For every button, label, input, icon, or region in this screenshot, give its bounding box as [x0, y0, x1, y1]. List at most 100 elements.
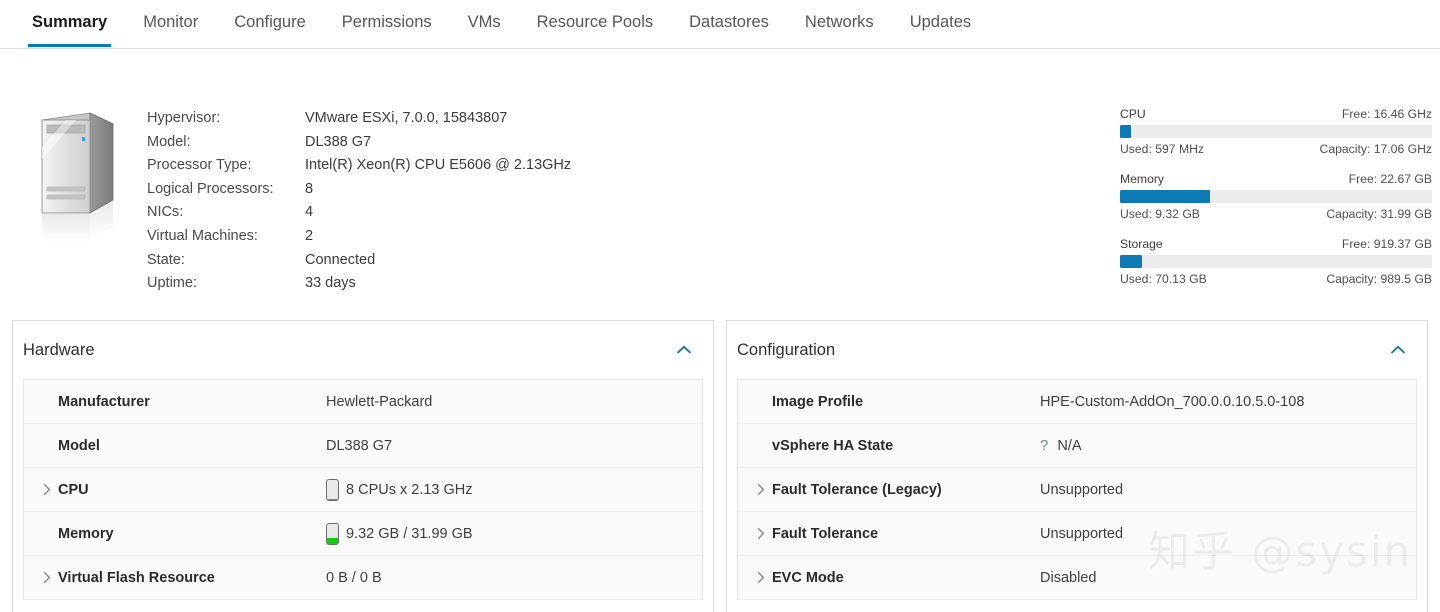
configuration-panel: Configuration Image ProfileHPE-Custom-Ad… — [726, 320, 1428, 612]
host-property-value: 33 days — [305, 272, 356, 296]
tab-configure[interactable]: Configure — [216, 0, 324, 46]
tab-monitor[interactable]: Monitor — [125, 0, 216, 46]
host-property-row: Model:DL388 G7 — [147, 131, 571, 155]
row-value-text: 8 CPUs x 2.13 GHz — [346, 482, 473, 498]
table-row: CPU 8 CPUs x 2.13 GHz — [24, 468, 702, 512]
host-property-row: Processor Type:Intel(R) Xeon(R) CPU E560… — [147, 154, 571, 178]
resource-gauges: CPU Free: 16.46 GHz Used: 597 MHz Capacity:… — [1120, 107, 1432, 302]
table-row: Image ProfileHPE-Custom-AddOn_700.0.0.10… — [738, 380, 1416, 424]
tab-networks[interactable]: Networks — [787, 0, 892, 46]
row-label: Manufacturer — [58, 394, 326, 410]
row-value-text: Unsupported — [1040, 526, 1123, 542]
host-property-value: Connected — [305, 249, 375, 273]
row-value-text: 9.32 GB / 31.99 GB — [346, 526, 473, 542]
chevron-right-icon[interactable] — [752, 481, 770, 499]
chevron-up-icon[interactable] — [673, 339, 695, 361]
table-row: EVC ModeDisabled — [738, 556, 1416, 600]
gauge-capacity: Capacity: 989.5 GB — [1326, 272, 1432, 286]
hardware-panel-header: Hardware — [13, 321, 713, 379]
gauge-track — [1120, 190, 1432, 203]
tab-summary[interactable]: Summary — [14, 0, 125, 46]
chevron-right-icon[interactable] — [38, 481, 56, 499]
host-property-row: NICs:4 — [147, 201, 571, 225]
host-property-label: Virtual Machines: — [147, 225, 305, 249]
host-property-value: 4 — [305, 201, 313, 225]
host-property-value: 2 — [305, 225, 313, 249]
tab-vms[interactable]: VMs — [450, 0, 519, 46]
row-value-text: HPE-Custom-AddOn_700.0.0.10.5.0-108 — [1040, 394, 1304, 410]
tab-datastores[interactable]: Datastores — [671, 0, 787, 46]
row-label: Model — [58, 438, 326, 454]
row-label: EVC Mode — [772, 570, 1040, 586]
row-value: Hewlett-Packard — [326, 394, 432, 410]
gauge-fill — [1120, 255, 1142, 268]
chevron-right-icon[interactable] — [38, 569, 56, 587]
row-value: 0 B / 0 B — [326, 570, 382, 586]
host-property-row: Logical Processors:8 — [147, 178, 571, 202]
table-row: Fault Tolerance (Legacy)Unsupported — [738, 468, 1416, 512]
row-label: Virtual Flash Resource — [58, 570, 326, 586]
row-value-text: Disabled — [1040, 570, 1096, 586]
table-row: ModelDL388 G7 — [24, 424, 702, 468]
host-property-label: Hypervisor: — [147, 107, 305, 131]
chevron-up-icon[interactable] — [1387, 339, 1409, 361]
table-row: vSphere HA State?N/A — [738, 424, 1416, 468]
gauge-free: Free: 16.46 GHz — [1342, 107, 1432, 121]
row-label: CPU — [58, 482, 326, 498]
mini-gauge-icon — [326, 523, 339, 545]
tab-permissions[interactable]: Permissions — [324, 0, 450, 46]
configuration-panel-header: Configuration — [727, 321, 1427, 379]
row-label: Memory — [58, 526, 326, 542]
gauge-capacity: Capacity: 31.99 GB — [1326, 207, 1432, 221]
tab-bar: SummaryMonitorConfigurePermissionsVMsRes… — [0, 0, 1440, 49]
row-value-text: N/A — [1057, 438, 1081, 454]
gauge-memory: Memory Free: 22.67 GB Used: 9.32 GB Capacit… — [1120, 172, 1432, 221]
row-value: Disabled — [1040, 570, 1096, 586]
gauge-used: Used: 597 MHz — [1120, 142, 1204, 156]
hardware-panel: Hardware ManufacturerHewlett-PackardMode… — [12, 320, 714, 612]
host-property-row: Virtual Machines:2 — [147, 225, 571, 249]
chevron-right-icon[interactable] — [752, 569, 770, 587]
host-property-row: Hypervisor:VMware ESXi, 7.0.0, 15843807 — [147, 107, 571, 131]
host-property-value: 8 — [305, 178, 313, 202]
host-property-label: Model: — [147, 131, 305, 155]
gauge-fill — [1120, 125, 1131, 138]
tab-resource-pools[interactable]: Resource Pools — [519, 0, 671, 46]
configuration-rows: Image ProfileHPE-Custom-AddOn_700.0.0.10… — [737, 379, 1417, 600]
mini-gauge-icon — [326, 479, 339, 501]
tab-updates[interactable]: Updates — [892, 0, 989, 46]
configuration-panel-title: Configuration — [737, 341, 1387, 360]
row-value: ? N/A — [1040, 437, 1082, 454]
row-value-text: Unsupported — [1040, 482, 1123, 498]
table-row: Virtual Flash Resource0 B / 0 B — [24, 556, 702, 600]
gauge-track — [1120, 125, 1432, 138]
row-value: 8 CPUs x 2.13 GHz — [326, 479, 473, 501]
host-property-label: Uptime: — [147, 272, 305, 296]
table-row: ManufacturerHewlett-Packard — [24, 380, 702, 424]
host-property-value: Intel(R) Xeon(R) CPU E5606 @ 2.13GHz — [305, 154, 571, 178]
gauge-title: Memory — [1120, 172, 1164, 186]
host-property-label: Processor Type: — [147, 154, 305, 178]
row-value-text: DL388 G7 — [326, 438, 392, 454]
row-value: DL388 G7 — [326, 438, 392, 454]
gauge-title: CPU — [1120, 107, 1146, 121]
help-icon[interactable]: ? — [1040, 437, 1048, 454]
gauge-title: Storage — [1120, 237, 1163, 251]
gauge-free: Free: 22.67 GB — [1349, 172, 1432, 186]
row-value-text: 0 B / 0 B — [326, 570, 382, 586]
gauge-free: Free: 919.37 GB — [1342, 237, 1432, 251]
gauge-storage: StorageFree: 919.37 GBUsed: 70.13 GBCapa… — [1120, 237, 1432, 286]
host-property-row: Uptime:33 days — [147, 272, 571, 296]
host-property-row: State:Connected — [147, 249, 571, 273]
table-row: Fault ToleranceUnsupported — [738, 512, 1416, 556]
gauge-used: Used: 9.32 GB — [1120, 207, 1200, 221]
host-property-value: VMware ESXi, 7.0.0, 15843807 — [305, 107, 507, 131]
gauge-fill — [1120, 190, 1210, 203]
chevron-right-icon[interactable] — [752, 525, 770, 543]
host-property-label: State: — [147, 249, 305, 273]
row-label: Image Profile — [772, 394, 1040, 410]
row-value: Unsupported — [1040, 526, 1123, 542]
host-properties: Hypervisor:VMware ESXi, 7.0.0, 15843807M… — [147, 107, 571, 296]
hardware-panel-title: Hardware — [23, 341, 673, 360]
host-property-value: DL388 G7 — [305, 131, 371, 155]
